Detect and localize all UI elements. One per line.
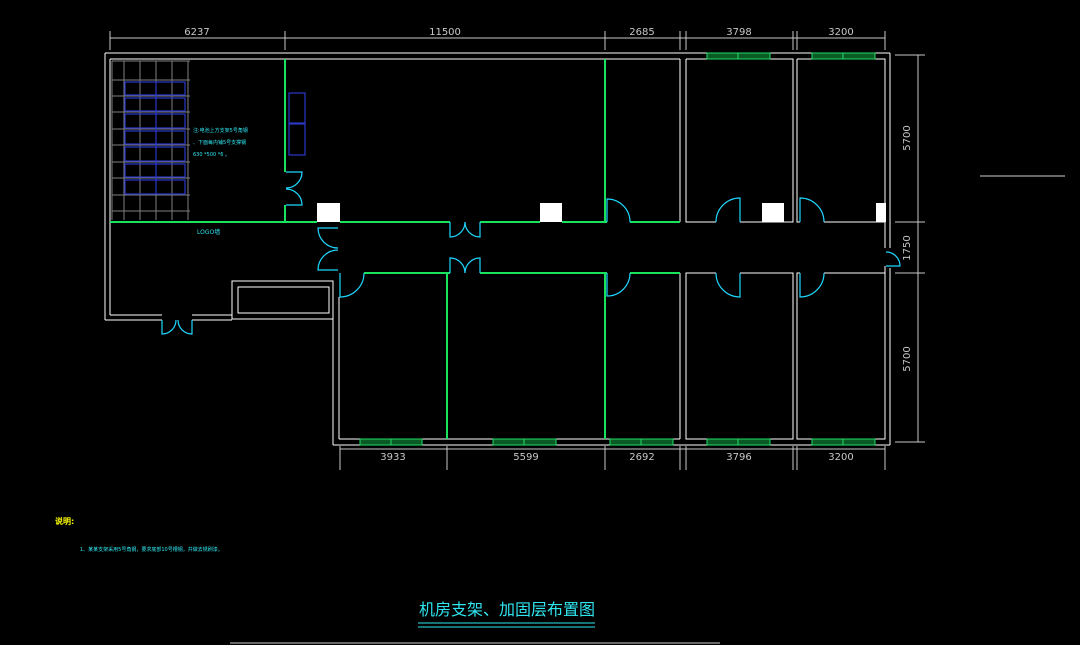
battery-room-door-leaf [285,188,303,206]
top-dimension-label: 3798 [726,27,751,38]
battery-rack [124,130,186,145]
exterior-walls [104,52,891,446]
bottom-dimension-chain: 3933 5599 2692 3796 3200 [339,446,886,470]
column [540,203,562,222]
battery-rack [124,179,186,195]
room4-north-door [715,197,741,223]
right-dimension-label: 1750 [902,235,913,260]
corridor-end-door [885,251,901,267]
room2-north-door-leaf [464,221,481,238]
equipment-cabinet [288,92,306,124]
bottom-dimension-label: 2692 [629,452,654,463]
partition-walls [110,59,680,439]
bottom-dimension-label: 3200 [828,452,853,463]
room4-south-walls [685,272,794,440]
column [317,203,340,222]
top-dimension-label: 6237 [184,27,209,38]
battery-rack [124,113,186,129]
room2-north-door-leaf [449,221,466,238]
top-dimension-label: 3200 [828,27,853,38]
battery-note-line: 注:电池上方支架5号角钢 [193,127,248,134]
lobby-entrance-door-leaf [161,319,177,335]
right-dimension-chain: 5700 1750 5700 [895,54,925,443]
windows [359,52,876,446]
structural-columns [317,203,886,222]
battery-rack [124,146,186,162]
bottom-dimension-label: 3796 [726,452,751,463]
battery-room-grid [111,60,190,220]
room5-north-walls [796,58,886,223]
battery-room-door-leaf [285,171,303,189]
entrance-step-inner [237,286,330,314]
battery-note-line: 630 *500 *6 。 [193,152,230,158]
bottom-dimension-label: 5599 [513,452,538,463]
room3-north-door [606,198,631,223]
battery-rack [124,163,186,178]
right-dimension-label: 5700 [902,346,913,371]
equipment-cabinet [288,123,306,156]
drawing-title: 机房支架、加固层布置图 [419,600,595,619]
general-notes: 说明: 1、某某支架采用5号角钢，要求底部10号槽钢，并做去锈刷漆。 [55,516,223,553]
corridor-entry-door-leaf [317,249,339,271]
top-dimension-chain: 6237 11500 2685 3798 3200 [109,27,886,50]
top-dimension-label: 2685 [629,27,654,38]
battery-note-line: 、下面每内铺5号支撑钢 [193,139,246,146]
logo-wall-label: LOGO墙 [197,228,220,236]
room2-south-door-leaf [464,257,481,274]
battery-room-note: 注:电池上方支架5号角钢 、下面每内铺5号支撑钢 630 *500 *6 。 [193,127,248,158]
doors [161,171,901,335]
corridor-entry-door-leaf [317,227,339,249]
drawing-title-block: 机房支架、加固层布置图 [418,600,595,628]
right-dimension-label: 5700 [902,125,913,150]
room3-south-door [606,272,631,297]
room4-south-door [715,272,741,298]
column [762,203,784,222]
room5-north-door [799,197,825,223]
room2-south-door-leaf [449,257,466,274]
battery-rack [124,81,186,96]
notes-item: 1、某某支架采用5号角钢，要求底部10号槽钢，并做去锈刷漆。 [80,546,223,553]
lobby-entrance-door-leaf [177,319,193,335]
room5-south-door [799,272,825,298]
battery-rack [124,97,186,112]
top-dimension-label: 11500 [429,27,461,38]
battery-racks [124,81,186,195]
equipment-cabinets [288,92,306,156]
room1-south-door [339,272,365,298]
column [876,203,886,222]
bottom-dimension-label: 3933 [380,452,405,463]
cad-drawing-canvas: 6237 11500 2685 3798 3200 5700 1750 5700… [55,27,1065,644]
notes-heading: 说明: [55,516,74,526]
room5-south-walls [796,272,886,440]
